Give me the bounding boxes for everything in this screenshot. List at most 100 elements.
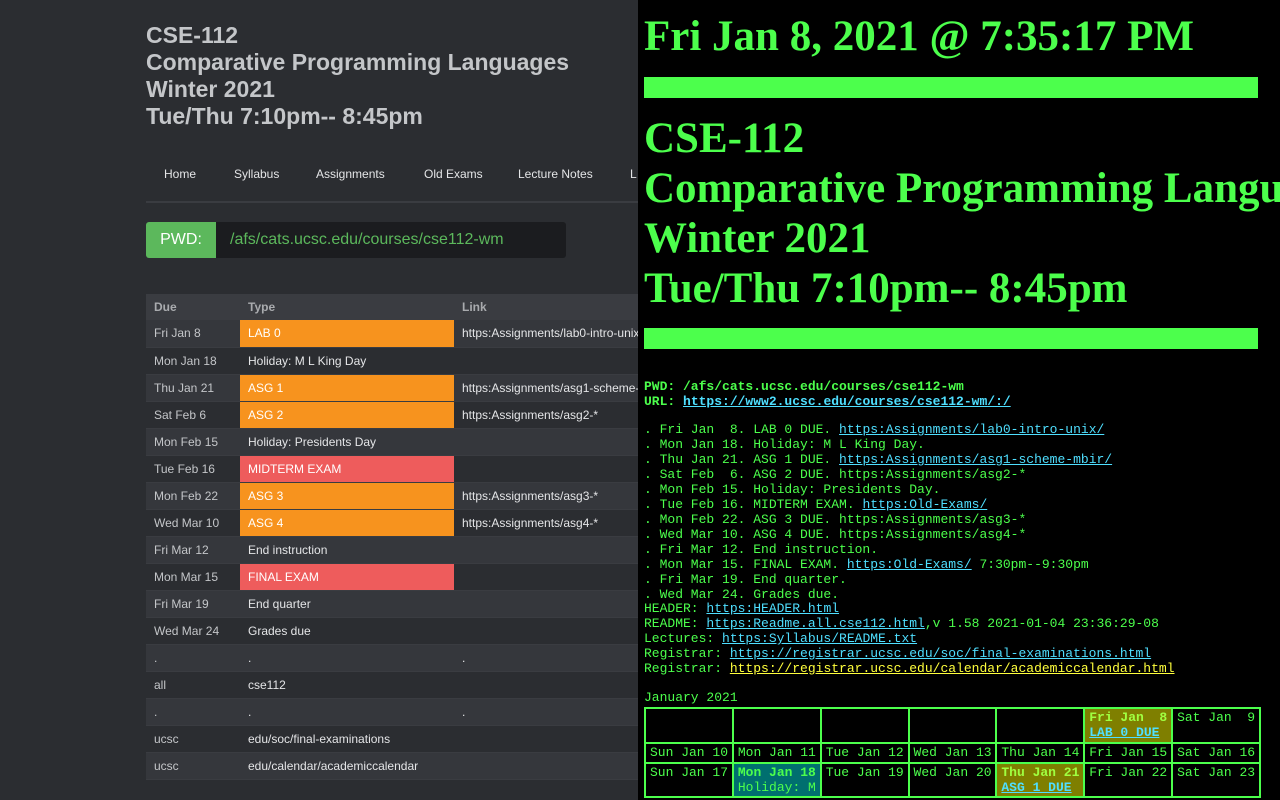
table-header-row: Due Type Link xyxy=(146,294,638,320)
schedule-link[interactable]: https:Old-Exams/ xyxy=(847,557,972,572)
reference-links: HEADER: https:HEADER.html README: https:R… xyxy=(644,601,1175,676)
calendar-event-link[interactable]: LAB 0 DUE xyxy=(1089,725,1159,740)
cell-type: cse112 xyxy=(240,671,454,699)
calendar-day xyxy=(997,709,1084,742)
schedule-text: . Mon Feb 15. Holiday: Presidents Day. xyxy=(644,482,941,497)
cell-link xyxy=(454,455,638,483)
cell-type: MIDTERM EXAM xyxy=(240,455,454,483)
schedule-line: . Wed Mar 24. Grades due. xyxy=(644,587,1112,602)
pwd-value[interactable]: /afs/cats.ucsc.edu/courses/cse112-wm xyxy=(216,222,566,258)
calendar-day-label: Sat Jan 9 xyxy=(1177,710,1256,725)
calendar-grid: Fri Jan 8 LAB 0 DUE Sat Jan 9 Sun Jan 10 Mon… xyxy=(644,707,1261,798)
calendar-day: Sat Jan 9 xyxy=(1173,709,1259,742)
reference-link[interactable]: https://registrar.ucsc.edu/soc/final-exa… xyxy=(730,646,1151,661)
reference-line: README: https:Readme.all.cse112.html,v 1… xyxy=(644,616,1175,631)
calendar-day: Fri Jan 8 LAB 0 DUE xyxy=(1085,709,1172,742)
cell-due: . xyxy=(146,698,240,726)
nav-assignments[interactable]: Assignments xyxy=(316,167,385,181)
cell-due: ucsc xyxy=(146,752,240,780)
nav-lecture-notes[interactable]: Lecture Notes xyxy=(518,167,593,181)
calendar-day-label: Sat Jan 23 xyxy=(1177,765,1256,780)
table-row: Thu Jan 21 ASG 1 https:Assignments/asg1-sc… xyxy=(146,374,638,402)
table-row: ... xyxy=(146,698,638,726)
calendar-day xyxy=(646,709,732,742)
schedule-line: . Wed Mar 10. ASG 4 DUE. https:Assignmen… xyxy=(644,527,1112,542)
schedule-line: . Thu Jan 21. ASG 1 DUE. https:Assignmen… xyxy=(644,452,1112,467)
schedule-table: Due Type Link Fri Jan 8 LAB 0 https:Assign… xyxy=(146,294,638,780)
calendar-month: January 2021 xyxy=(644,690,738,705)
calendar-day-label: Fri Jan 15 xyxy=(1089,745,1168,760)
cell-link xyxy=(454,725,638,753)
cell-due: all xyxy=(146,671,240,699)
table-row: all cse112 xyxy=(146,671,638,699)
schedule-link[interactable]: https:Assignments/lab0-intro-unix/ xyxy=(839,422,1104,437)
pwd-box: PWD: /afs/cats.ucsc.edu/courses/cse112-w… xyxy=(146,222,566,258)
cell-link[interactable]: https:Assignments/lab0-intro-unix/ xyxy=(454,320,638,348)
calendar-week: Sun Jan 17 Mon Jan 18 Holiday: M Tue Jan 19… xyxy=(646,764,1259,796)
table-row: Sat Feb 6 ASG 2 https:Assignments/asg2-* xyxy=(146,401,638,429)
cell-type: Holiday: M L King Day xyxy=(240,347,454,375)
table-row: Mon Jan 18 Holiday: M L King Day xyxy=(146,347,638,375)
nav-home[interactable]: Home xyxy=(164,167,196,181)
nav-syllabus[interactable]: Syllabus xyxy=(234,167,279,181)
col-due-header: Due xyxy=(146,294,240,320)
calendar-day: Thu Jan 21 ASG 1 DUE xyxy=(997,764,1084,796)
cell-due: Mon Jan 18 xyxy=(146,347,240,375)
calendar-day-label: Mon Jan 11 xyxy=(737,745,816,760)
calendar-day-label: Mon Jan 18 xyxy=(737,765,816,780)
cell-due: Fri Mar 12 xyxy=(146,536,240,564)
cell-link[interactable]: https:Assignments/asg3-* xyxy=(454,482,638,510)
course-time: Tue/Thu 7:10pm-- 8:45pm xyxy=(146,103,423,129)
schedule-line: . Fri Mar 19. End quarter. xyxy=(644,572,1112,587)
cell-link: . xyxy=(454,698,638,726)
url-link[interactable]: https://www2.ucsc.edu/courses/cse112-wm/… xyxy=(683,394,1011,409)
cell-link[interactable]: https:Assignments/asg1-scheme-mbir/ xyxy=(454,374,638,402)
cell-type: LAB 0 xyxy=(240,320,454,348)
reference-link[interactable]: https:HEADER.html xyxy=(706,601,839,616)
calendar-day: Wed Jan 13 xyxy=(909,744,996,762)
cell-link xyxy=(454,536,638,564)
cell-type: End instruction xyxy=(240,536,454,564)
reference-link[interactable]: https://registrar.ucsc.edu/calendar/acad… xyxy=(730,661,1175,676)
calendar-day xyxy=(909,709,996,742)
reference-label: Registrar: xyxy=(644,646,730,661)
calendar-day-label: Wed Jan 20 xyxy=(913,765,992,780)
url-line: URL: https://www2.ucsc.edu/courses/cse11… xyxy=(644,394,1011,409)
calendar-day-label: Tue Jan 12 xyxy=(825,745,904,760)
calendar-day: Sun Jan 17 xyxy=(646,764,732,796)
schedule-text: . Wed Mar 24. Grades due. xyxy=(644,587,840,602)
nav-old-exams[interactable]: Old Exams xyxy=(424,167,483,181)
reference-line: Registrar: https://registrar.ucsc.edu/so… xyxy=(644,646,1175,661)
cell-link xyxy=(454,428,638,456)
schedule-line: . Fri Jan 8. LAB 0 DUE. https:Assignment… xyxy=(644,422,1112,437)
calendar-event-link[interactable]: ASG 1 DUE xyxy=(1001,780,1071,795)
nav-more[interactable]: L xyxy=(630,167,637,181)
reference-link[interactable]: https:Syllabus/README.txt xyxy=(722,631,917,646)
table-row: Fri Mar 12 End instruction xyxy=(146,536,638,564)
calendar-day xyxy=(733,709,820,742)
cell-type: edu/calendar/academiccalendar xyxy=(240,752,454,780)
calendar-event: Holiday: M xyxy=(737,780,816,795)
cell-link[interactable]: https:Assignments/asg4-* xyxy=(454,509,638,537)
table-row: ucsc edu/calendar/academiccalendar xyxy=(146,752,638,780)
pwd-label: PWD: xyxy=(146,222,216,258)
cell-type: FINAL EXAM xyxy=(240,563,454,591)
reference-link[interactable]: https:Readme.all.cse112.html xyxy=(706,616,924,631)
schedule-suffix: 7:30pm--9:30pm xyxy=(971,557,1089,572)
schedule-link[interactable]: https:Old-Exams/ xyxy=(862,497,987,512)
reference-label: Lectures: xyxy=(644,631,723,646)
cell-due: Wed Mar 24 xyxy=(146,617,240,645)
table-row: Mon Feb 22 ASG 3 https:Assignments/asg3-* xyxy=(146,482,638,510)
course-page-pane: CSE-112 Comparative Programming Language… xyxy=(0,0,638,800)
reference-label: README: xyxy=(644,616,707,631)
calendar-day-label: Fri Jan 22 xyxy=(1089,765,1168,780)
schedule-text: . Mon Mar 15. FINAL EXAM. xyxy=(644,557,847,572)
cell-type: ASG 3 xyxy=(240,482,454,510)
course-name: Comparative Programming Languages xyxy=(146,49,570,75)
schedule-link[interactable]: https:Assignments/asg1-scheme-mbir/ xyxy=(839,452,1112,467)
green-divider-top xyxy=(644,77,1258,98)
pwd-line: PWD: /afs/cats.ucsc.edu/courses/cse112-w… xyxy=(644,379,964,394)
cell-link[interactable]: https:Assignments/asg2-* xyxy=(454,401,638,429)
schedule-line: . Mon Feb 15. Holiday: Presidents Day. xyxy=(644,482,1112,497)
reference-label: HEADER: xyxy=(644,601,707,616)
